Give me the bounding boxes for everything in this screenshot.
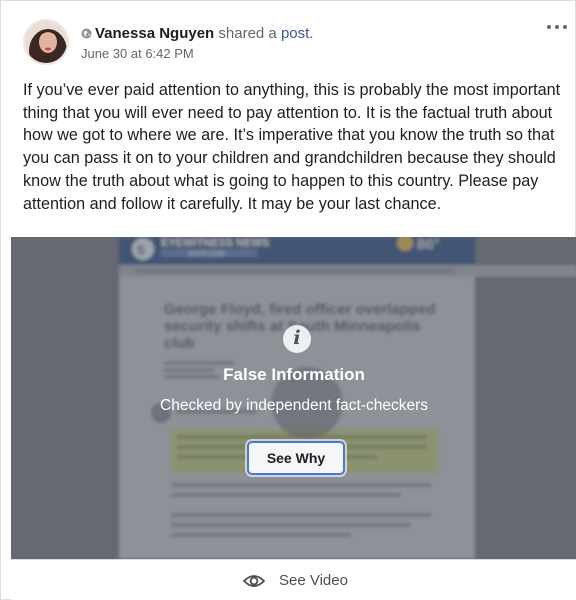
more-dot-icon (563, 25, 567, 29)
avatar[interactable] (23, 19, 69, 65)
period-text: . (309, 25, 314, 42)
see-video-button[interactable]: See Video (11, 559, 576, 600)
more-options-button[interactable] (543, 17, 571, 35)
shared-text: shared a (214, 25, 281, 42)
post-card: Vanessa Nguyen shared a post. June 30 at… (0, 0, 576, 600)
info-icon: i (283, 325, 311, 353)
warning-title: False Information (223, 365, 365, 384)
see-why-button[interactable]: See Why (247, 441, 345, 475)
author-line: Vanessa Nguyen shared a post. (81, 25, 313, 42)
more-dot-icon (555, 25, 559, 29)
avatar-image (25, 21, 67, 63)
author-name[interactable]: Vanessa Nguyen (95, 25, 214, 42)
media-preview[interactable]: 5 EYEWITNESS NEWS KSTP.COM 86° George Fl… (11, 237, 576, 559)
post-header: Vanessa Nguyen shared a post. June 30 at… (23, 19, 567, 65)
more-dot-icon (547, 25, 551, 29)
globe-icon[interactable] (81, 26, 92, 39)
timestamp[interactable]: June 30 at 6:42 PM (81, 46, 194, 61)
eye-icon (243, 575, 265, 587)
post-text: If you’ve ever paid attention to anythin… (23, 81, 561, 213)
see-video-label: See Video (279, 572, 348, 589)
warning-subtitle: Checked by independent fact-checkers (160, 397, 428, 414)
post-link[interactable]: post (281, 25, 309, 42)
